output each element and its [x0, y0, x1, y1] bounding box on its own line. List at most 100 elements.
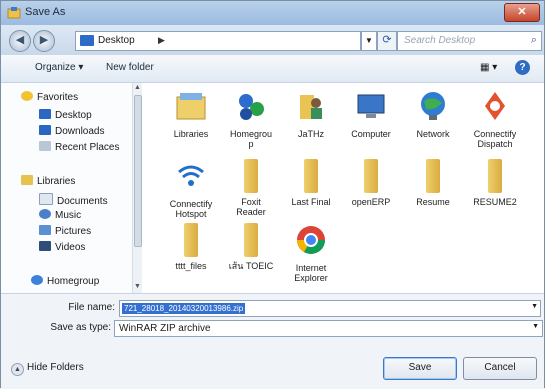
file-list: Libraries Homegrou p JaTHz Computer Netw… — [142, 83, 544, 293]
item-resume2[interactable]: RESUME2 — [464, 159, 526, 207]
sidebar-item-documents[interactable]: Documents — [39, 193, 108, 207]
sidebar-item-label: Documents — [57, 196, 108, 207]
item-label: Last Final — [291, 197, 331, 207]
savetype-select[interactable]: WinRAR ZIP archive ▼ — [114, 320, 543, 337]
item-label: Connectify Hotspot — [169, 199, 213, 219]
folder-icon — [234, 223, 268, 257]
desktop-icon — [39, 109, 51, 119]
sidebar-item-videos[interactable]: Videos — [39, 241, 85, 253]
title-bar: Save As ✕ — [1, 1, 544, 25]
item-computer[interactable]: Computer — [340, 89, 402, 139]
search-input[interactable]: Search Desktop ⌕ — [397, 31, 542, 51]
new-folder-button[interactable]: New folder — [106, 62, 154, 73]
item-label: Homegrou p — [229, 129, 273, 149]
breadcrumb-chevron-icon[interactable]: ▶ — [158, 35, 165, 46]
folder-icon — [174, 223, 208, 257]
back-button[interactable]: ◀ — [9, 30, 31, 52]
item-label: RESUME2 — [473, 197, 517, 207]
item-libraries[interactable]: Libraries — [160, 89, 222, 139]
connectify-dispatch-icon — [485, 92, 505, 120]
item-last-final[interactable]: Last Final — [280, 159, 342, 207]
sidebar-item-label: Music — [55, 210, 82, 221]
item-label: tttt_files — [175, 261, 207, 271]
item-label: Internet Explorer — [294, 263, 328, 283]
close-button[interactable]: ✕ — [504, 3, 540, 22]
folder-icon — [354, 159, 388, 193]
navigation-pane: Favorites Desktop Downloads Recent Place… — [1, 83, 142, 293]
user-folder-icon — [300, 95, 322, 119]
desktop-icon — [80, 35, 94, 46]
item-jathz[interactable]: JaTHz — [280, 89, 342, 139]
hide-folders-button[interactable]: ▲ Hide Folders — [11, 362, 84, 376]
item-connectify-hotspot[interactable]: Connectify Hotspot — [160, 159, 222, 219]
folder-icon — [416, 159, 450, 193]
item-connectify-dispatch[interactable]: Connectify Dispatch — [464, 89, 526, 149]
homegroup-icon — [239, 94, 264, 120]
computer-icon — [357, 94, 385, 118]
chevron-down-icon[interactable]: ▼ — [532, 323, 539, 330]
breadcrumb-desktop[interactable]: Desktop — [98, 35, 135, 46]
item-internet-explorer[interactable]: Internet Explorer — [280, 223, 342, 283]
sidebar-item-label: Videos — [55, 242, 86, 253]
sidebar-favorites[interactable]: Favorites — [21, 91, 78, 103]
star-icon — [21, 91, 33, 101]
cancel-button[interactable]: Cancel — [463, 357, 537, 380]
item-resume[interactable]: Resume — [402, 159, 464, 207]
save-as-dialog: Save As ✕ ◀ ▶ Desktop ▶ ▼ ⟳ Search Deskt… — [0, 0, 545, 389]
help-icon[interactable]: ? — [515, 60, 530, 75]
sidebar-item-recent-places[interactable]: Recent Places — [39, 141, 119, 153]
sidebar-item-desktop[interactable]: Desktop — [39, 109, 92, 121]
item-openerp[interactable]: openERP — [340, 159, 402, 207]
chevron-down-icon[interactable]: ▼ — [531, 303, 538, 310]
sidebar-homegroup[interactable]: Homegroup — [31, 275, 99, 287]
window-title: Save As — [25, 6, 66, 18]
filename-label: File name: — [68, 302, 115, 313]
item-network[interactable]: Network — [402, 89, 464, 139]
forward-button[interactable]: ▶ — [33, 30, 55, 52]
item-label: Foxit Reader — [236, 197, 266, 217]
network-icon — [421, 92, 445, 120]
sidebar-item-label: Desktop — [55, 110, 92, 121]
scrollbar-thumb[interactable] — [134, 95, 142, 247]
item-label: Libraries — [173, 129, 209, 139]
sidebar-item-music[interactable]: Music — [39, 209, 81, 221]
scroll-down-icon[interactable]: ▼ — [134, 283, 141, 290]
sidebar-libraries[interactable]: Libraries — [21, 175, 75, 187]
filename-value[interactable]: 721_28018_20140320013986.zip — [122, 303, 246, 314]
refresh-button[interactable]: ⟳ — [377, 31, 397, 51]
filename-input[interactable]: 721_28018_20140320013986.zip ▼ — [119, 300, 541, 317]
item-foxit-reader[interactable]: Foxit Reader — [220, 159, 282, 217]
savetype-label: Save as type: — [50, 322, 111, 333]
folder-icon — [294, 159, 328, 193]
downloads-icon — [39, 125, 51, 135]
app-icon — [7, 7, 21, 19]
savetype-value: WinRAR ZIP archive — [119, 323, 211, 334]
command-bar: Organize ▾ New folder ▦ ▾ ? — [1, 55, 544, 83]
libraries-icon — [176, 93, 206, 120]
sidebar-item-pictures[interactable]: Pictures — [39, 225, 91, 237]
sidebar-scrollbar[interactable]: ▲ ▼ — [132, 83, 142, 293]
save-button[interactable]: Save — [383, 357, 457, 380]
organize-menu[interactable]: Organize ▾ — [35, 62, 83, 73]
documents-icon — [39, 193, 53, 205]
search-placeholder: Search Desktop — [404, 35, 476, 46]
item-homegroup[interactable]: Homegrou p — [220, 89, 282, 149]
folder-icon — [234, 159, 268, 193]
recent-places-icon — [39, 141, 51, 151]
libraries-icon — [21, 175, 33, 185]
address-dropdown-icon[interactable]: ▼ — [361, 31, 377, 51]
chrome-icon — [297, 226, 325, 254]
item-label: Computer — [351, 129, 391, 139]
sidebar-item-label: Downloads — [55, 126, 105, 137]
homegroup-label: Homegroup — [47, 276, 100, 287]
view-options-icon[interactable]: ▦ ▾ — [480, 62, 502, 74]
item-label: Connectify Dispatch — [473, 129, 517, 149]
sidebar-item-downloads[interactable]: Downloads — [39, 125, 104, 137]
save-form: File name: 721_28018_20140320013986.zip … — [1, 293, 544, 389]
item-toeic[interactable]: เส้น TOEIC — [220, 223, 282, 271]
scroll-up-icon[interactable]: ▲ — [134, 84, 141, 91]
item-label: Network — [416, 129, 450, 139]
address-bar[interactable]: Desktop ▶ — [75, 31, 361, 51]
item-tttt-files[interactable]: tttt_files — [160, 223, 222, 271]
item-label: Resume — [416, 197, 450, 207]
